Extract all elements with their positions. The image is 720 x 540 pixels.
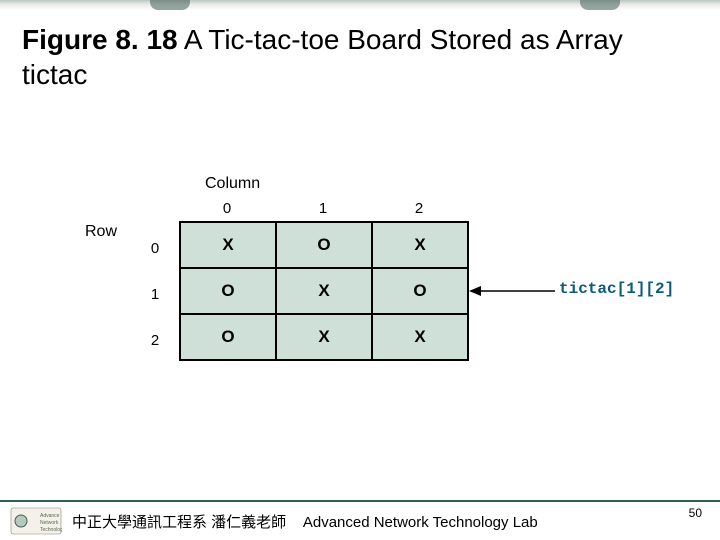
tictactoe-grid: X O X O X O O X X	[179, 221, 469, 361]
array-access-annotation: tictac[1][2]	[559, 280, 674, 298]
row-indices: 0 1 2	[145, 225, 165, 363]
cell-0-1: O	[276, 222, 372, 268]
column-indices: 0 1 2	[179, 200, 467, 217]
col-index: 2	[371, 200, 467, 217]
annotation-arrow-icon	[467, 221, 567, 359]
cell-0-0: X	[180, 222, 276, 268]
footer-en: Advanced Network Technology Lab	[303, 514, 538, 531]
footer-text: 中正大學通訊工程系 潘仁義老師 Advanced Network Technol…	[72, 511, 538, 532]
cell-0-2: X	[372, 222, 468, 268]
col-index: 0	[179, 200, 275, 217]
cell-2-0: O	[180, 314, 276, 360]
slide-top-decoration	[0, 0, 720, 10]
cell-1-0: O	[180, 268, 276, 314]
column-axis-label: Column	[205, 175, 260, 193]
cell-2-1: X	[276, 314, 372, 360]
svg-text:Advance: Advance	[40, 513, 60, 519]
row-axis-label: Row	[85, 223, 117, 241]
svg-text:Network: Network	[40, 520, 59, 526]
row-index: 1	[145, 271, 165, 317]
cell-1-2: O	[372, 268, 468, 314]
footer-zh: 中正大學通訊工程系 潘仁義老師	[72, 514, 286, 531]
col-index: 1	[275, 200, 371, 217]
svg-text:Technology: Technology	[40, 527, 62, 533]
cell-1-1: X	[276, 268, 372, 314]
figure-label: Figure 8. 18	[22, 24, 178, 55]
slide-title: Figure 8. 18 A Tic-tac-toe Board Stored …	[22, 22, 690, 92]
cell-2-2: X	[372, 314, 468, 360]
row-index: 0	[145, 225, 165, 271]
slide-footer: Advance Network Technology 中正大學通訊工程系 潘仁義…	[0, 500, 720, 540]
lab-logo-icon: Advance Network Technology	[6, 506, 66, 536]
row-index: 2	[145, 317, 165, 363]
page-number: 50	[689, 506, 702, 520]
